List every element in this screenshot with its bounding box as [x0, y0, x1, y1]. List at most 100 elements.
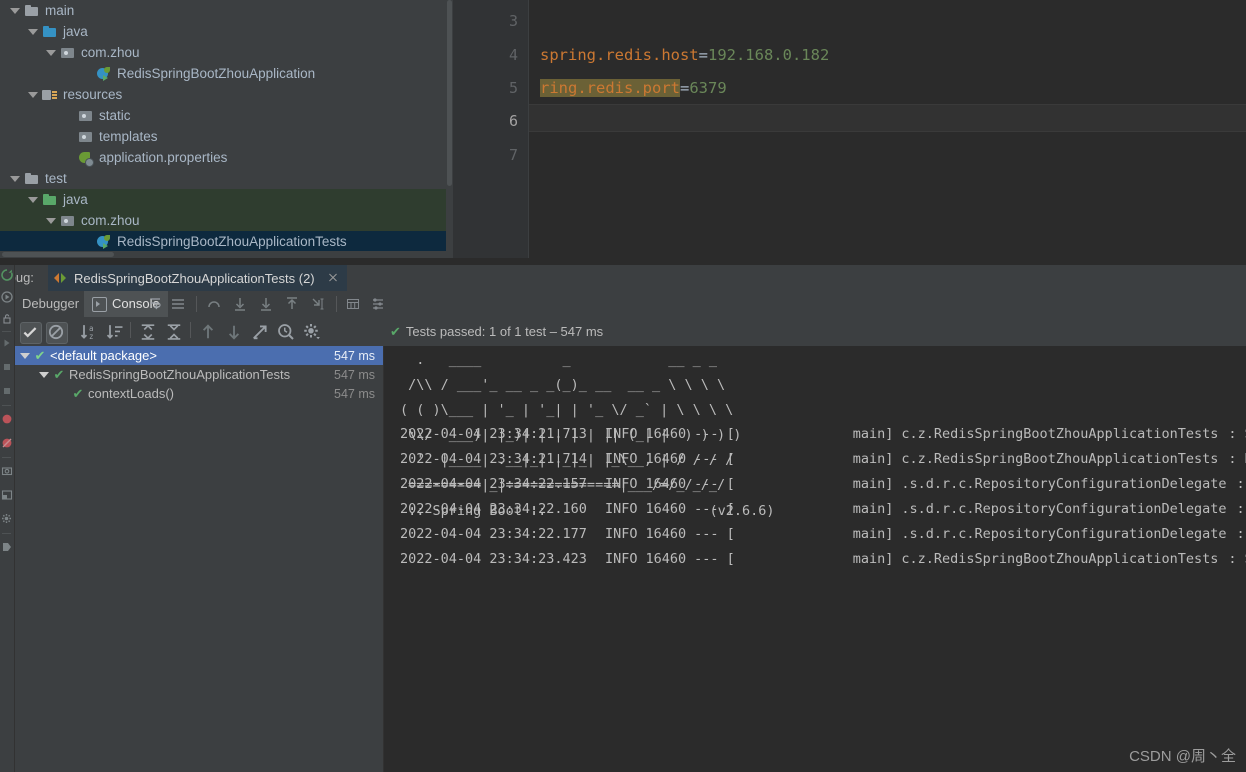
tab-debugger[interactable]: Debugger: [14, 291, 87, 317]
test-tree-row[interactable]: ✔ <default package> 547 ms: [14, 346, 383, 365]
export-test-results-icon[interactable]: [250, 322, 270, 342]
log-message: : Start: [1228, 551, 1246, 567]
resources-folder-icon: [42, 87, 58, 103]
log-logger: c.z.RedisSpringBootZhouApplicationTests: [901, 451, 1219, 467]
tree-row[interactable]: java: [0, 189, 453, 210]
tree-row-label: java: [63, 24, 88, 39]
run-to-cursor-icon[interactable]: [310, 296, 326, 312]
test-tree-row[interactable]: ✔ contextLoads() 547 ms: [14, 384, 383, 403]
tree-twisty-open[interactable]: [10, 5, 21, 16]
expand-all-icon[interactable]: [138, 322, 158, 342]
scrollbar-thumb[interactable]: [447, 0, 452, 186]
resume-program-icon[interactable]: [1, 291, 13, 303]
project-tree-vertical-scrollbar[interactable]: [446, 0, 453, 258]
editor-gutter[interactable]: 3 4 5 6 7: [453, 0, 529, 258]
line-number: 3: [508, 12, 518, 30]
banner-line: ( ( )\___ | '_ | '_| | '_ \/ _` | \ \ \ …: [400, 402, 734, 418]
tree-row[interactable]: static: [0, 105, 453, 126]
step-over-icon[interactable]: [206, 296, 222, 312]
tree-row[interactable]: com.zhou: [0, 42, 453, 63]
soft-wrap-icon[interactable]: [150, 296, 164, 310]
log-message: : Finis: [1236, 526, 1245, 542]
tree-twisty-open[interactable]: [28, 194, 39, 205]
tree-row[interactable]: main: [0, 0, 453, 21]
show-passed-toggle[interactable]: [20, 322, 42, 344]
step-out-icon[interactable]: [284, 296, 300, 312]
tree-row[interactable]: com.zhou: [0, 210, 453, 231]
settings-lines-icon[interactable]: [370, 296, 386, 312]
tree-row-label: templates: [99, 129, 158, 144]
sort-alphabetically-icon[interactable]: a z: [79, 322, 99, 342]
log-timestamp: 2022-04-04 23:34:22.157: [400, 476, 587, 492]
gear-icon[interactable]: [302, 322, 322, 342]
tree-row[interactable]: RedisSpringBootZhouApplication: [0, 63, 453, 84]
tree-row-label: static: [99, 108, 131, 123]
force-step-into-icon[interactable]: [258, 296, 274, 312]
menu-lines-icon[interactable]: [170, 296, 186, 312]
tree-twisty-open[interactable]: [46, 215, 57, 226]
editor-pane[interactable]: 3 4 5 6 7 spring.redis.host=192.168.0.18…: [453, 0, 1246, 258]
package-icon: [60, 213, 76, 229]
tree-row[interactable]: resources: [0, 84, 453, 105]
tree-row[interactable]: application.properties: [0, 147, 453, 168]
mute-breakpoints-icon[interactable]: [1, 437, 13, 449]
log-message: : No ac: [1228, 451, 1246, 467]
tree-twisty-open[interactable]: [28, 26, 39, 37]
tree-twisty-open[interactable]: [46, 47, 57, 58]
log-timestamp: 2022-04-04 23:34:22.160: [400, 501, 587, 517]
debug-session-tab[interactable]: RedisSpringBootZhouApplicationTests (2): [48, 265, 347, 293]
project-tool-window[interactable]: main java com.zhou RedisSpringBootZhouAppli…: [0, 0, 453, 258]
resume-arrow-icon[interactable]: [1, 337, 13, 349]
pause-icon[interactable]: [1, 361, 13, 373]
test-history-icon[interactable]: [276, 322, 296, 342]
collapse-all-icon[interactable]: [164, 322, 184, 342]
attach-debugger-icon[interactable]: [1, 313, 13, 325]
tree-twisty-open[interactable]: [10, 173, 21, 184]
layout-settings-icon[interactable]: [1, 489, 13, 501]
tree-row[interactable]: templates: [0, 126, 453, 147]
tree-twisty-open[interactable]: [39, 369, 50, 380]
log-timestamp: 2022-04-04 23:34:22.177: [400, 526, 587, 542]
tree-row[interactable]: RedisSpringBootZhouApplicationTests: [0, 231, 453, 252]
log-thread: main]: [852, 551, 894, 567]
console-output[interactable]: . ____ _ __ _ _ /\\ / ___'_ __ _ _(_)_ _…: [384, 346, 1246, 772]
rerun-icon[interactable]: [1, 269, 13, 281]
code-line-host: spring.redis.host=192.168.0.182: [540, 46, 829, 64]
pin-tab-icon[interactable]: [1, 541, 13, 553]
spring-class-icon: [96, 234, 112, 250]
line-number: 7: [508, 146, 518, 164]
close-icon[interactable]: [327, 272, 339, 284]
step-into-icon[interactable]: [232, 296, 248, 312]
test-tree-row[interactable]: ✔ RedisSpringBootZhouApplicationTests 547 …: [14, 365, 383, 384]
editor-code-area[interactable]: spring.redis.host=192.168.0.182 ring.red…: [529, 0, 1246, 258]
test-results-tree[interactable]: ✔ <default package> 547 ms ✔ RedisSpringBoot…: [14, 346, 383, 772]
package-icon: [60, 45, 76, 61]
top-area: main java com.zhou RedisSpringBootZhouAppli…: [0, 0, 1246, 265]
log-separator: ---: [694, 451, 719, 467]
log-line: 2022-04-04 23:34:23.423 INFO 16460 --- [mai…: [400, 551, 1246, 567]
banner-line: . ____ _ __ _ _: [400, 352, 717, 368]
tree-row[interactable]: java: [0, 21, 453, 42]
show-ignored-toggle[interactable]: [46, 322, 68, 344]
sort-by-duration-icon[interactable]: [105, 322, 125, 342]
scrollbar-thumb[interactable]: [2, 252, 114, 257]
next-failed-test-icon[interactable]: [224, 322, 244, 342]
stop-icon[interactable]: [1, 385, 13, 397]
tree-twisty-open[interactable]: [20, 350, 31, 361]
previous-failed-test-icon[interactable]: [198, 322, 218, 342]
evaluate-table-icon[interactable]: [345, 296, 361, 312]
view-breakpoints-icon[interactable]: [1, 413, 13, 425]
camera-snapshot-icon[interactable]: [1, 465, 13, 477]
settings-gear-icon[interactable]: [1, 513, 13, 525]
project-tree-horizontal-scrollbar[interactable]: [0, 251, 453, 258]
test-runner-toolbar: a z ✔ Tests passed: 1 of 1 test – 547 ms: [0, 317, 1246, 346]
log-logger: .s.d.r.c.RepositoryConfigurationDelegate: [901, 501, 1227, 517]
log-timestamp: 2022-04-04 23:34:21.714: [400, 451, 587, 467]
folder-blue-icon: [42, 24, 58, 40]
log-level: INFO: [604, 451, 638, 467]
log-thread: main]: [852, 451, 894, 467]
tree-twisty-open[interactable]: [28, 89, 39, 100]
tree-row[interactable]: test: [0, 168, 453, 189]
test-tree-row-label: <default package>: [50, 348, 157, 363]
